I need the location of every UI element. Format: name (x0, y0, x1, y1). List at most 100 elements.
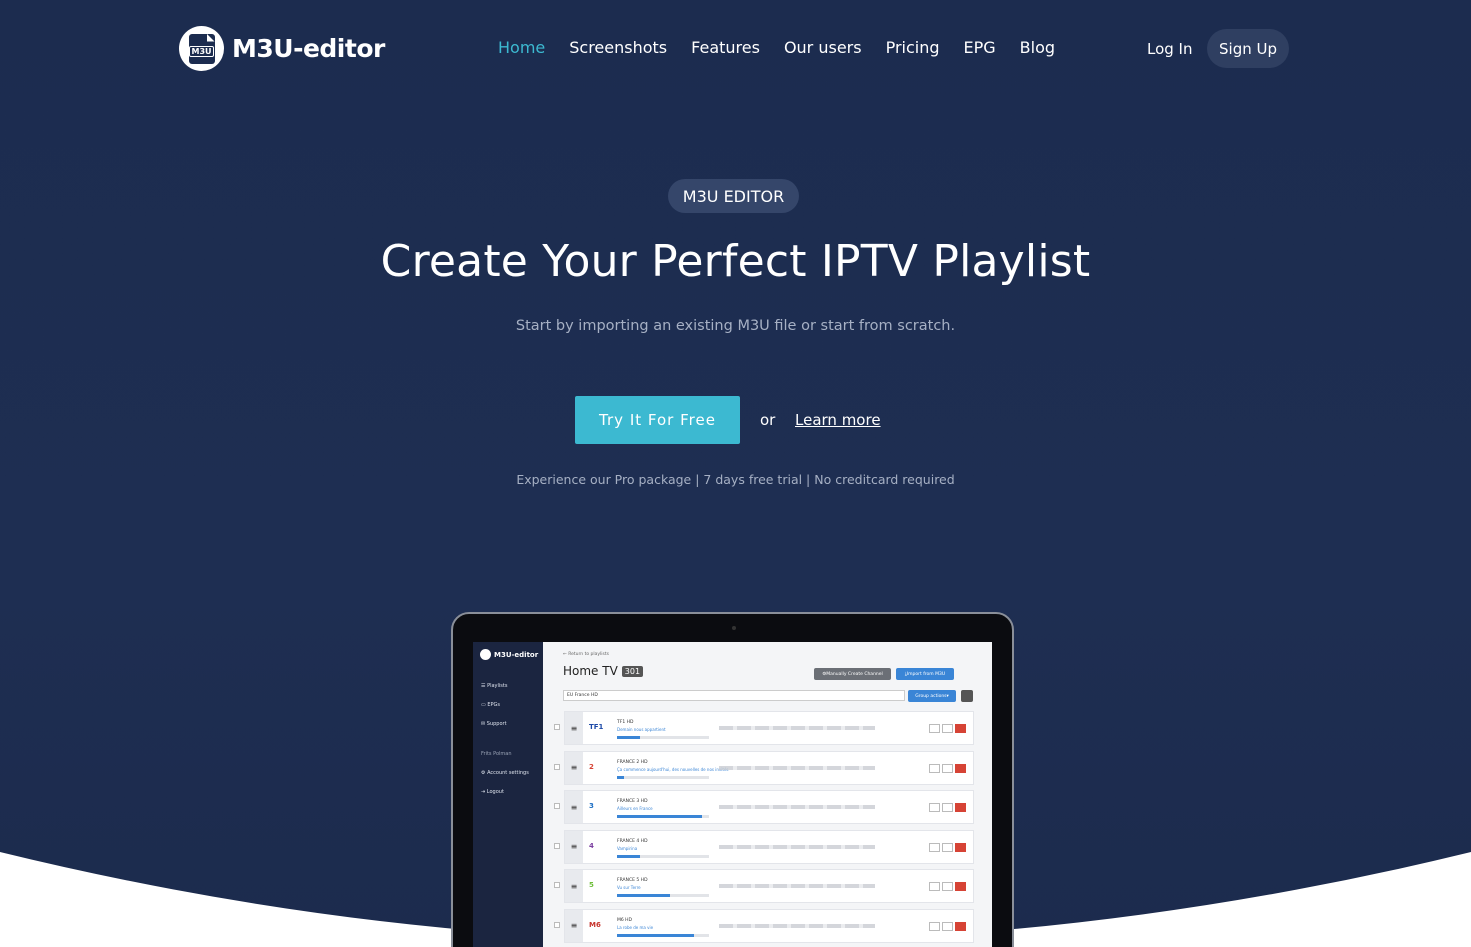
channel-program: La robe de ma vie (617, 924, 654, 930)
preview-logo-icon (480, 649, 491, 660)
delete-icon (955, 803, 966, 812)
channel-row: ≡ 5 FRANCE 5 HD Vu sur Terre (551, 869, 974, 903)
channel-program: Vampirina (617, 845, 638, 851)
channel-card: ≡ 2 FRANCE 2 HD Ça commence aujourd'hui,… (564, 750, 974, 785)
channel-card: ≡ M6 M6 HD La robe de ma vie (564, 908, 974, 943)
channel-name: FRANCE 5 HD (617, 878, 648, 883)
hash-icon (942, 921, 953, 931)
channel-progress (617, 736, 709, 739)
brand-name: M3U-editor (232, 34, 385, 63)
channel-row: ≡ 2 FRANCE 2 HD Ça commence aujourd'hui,… (551, 750, 974, 785)
hash-icon (942, 763, 953, 773)
preview-logo: M3U-editor (480, 649, 538, 660)
edit-icon (929, 724, 940, 733)
nav-features[interactable]: Features (691, 38, 760, 57)
preview-sidebar-playlists: ☰ Playlists (481, 683, 508, 689)
brand-logo[interactable]: M3U M3U-editor (179, 26, 385, 71)
preview-back-link: ← Return to playlists (563, 652, 609, 657)
nav-pricing[interactable]: Pricing (886, 38, 940, 57)
hero-subtitle: Start by importing an existing M3U file … (515, 318, 956, 334)
channel-url-blurred (719, 844, 875, 849)
edit-icon (929, 763, 940, 773)
main-menu: Home Screenshots Features Our users Pric… (498, 38, 1079, 57)
delete-icon (955, 724, 966, 733)
drag-handle-icon: ≡ (565, 909, 583, 942)
login-link[interactable]: Log In (1147, 40, 1193, 58)
channel-logo: 2 (589, 762, 594, 771)
hero-badge: M3U EDITOR (668, 179, 799, 213)
edit-icon (929, 921, 940, 931)
nav-screenshots[interactable]: Screenshots (569, 38, 667, 57)
preview-group-actions: Group actions ▾ (908, 690, 956, 702)
edit-icon (929, 842, 940, 852)
channel-actions (929, 763, 968, 773)
laptop-preview: M3U-editor ☰ Playlists ▭ EPGs ✉ Support … (451, 612, 1014, 947)
preview-manual-button: ⚙ Manually Create Channel (814, 668, 891, 680)
channel-row: ≡ M6 M6 HD La robe de ma vie (551, 908, 974, 943)
preview-sidebar: M3U-editor ☰ Playlists ▭ EPGs ✉ Support … (473, 642, 543, 947)
drag-handle-icon: ≡ (565, 751, 583, 784)
learn-more-link[interactable]: Learn more (795, 411, 881, 429)
m3u-file-icon: M3U (179, 26, 224, 71)
channel-progress (617, 815, 709, 818)
preview-main: ← Return to playlists Home TV 301 ⚙ Manu… (543, 642, 992, 947)
channel-card: ≡ 5 FRANCE 5 HD Vu sur Terre (564, 869, 974, 903)
channel-checkbox (554, 763, 560, 770)
channel-program: Demain nous appartient (617, 727, 666, 732)
edit-icon (929, 803, 940, 812)
top-navigation: M3U M3U-editor Home Screenshots Features… (0, 0, 1471, 98)
channel-actions (929, 921, 968, 931)
channel-program: Ça commence aujourd'hui, des nouvelles d… (617, 766, 729, 772)
signup-button[interactable]: Sign Up (1207, 29, 1289, 68)
try-free-button[interactable]: Try It For Free (575, 396, 740, 444)
preview-group-select: EU France HD (563, 690, 905, 701)
channel-card: ≡ TF1 TF1 HD Demain nous appartient (564, 711, 974, 745)
channel-url-blurred (719, 923, 875, 928)
hash-icon (942, 803, 953, 812)
laptop-camera (732, 626, 736, 630)
channel-program: Ailleurs en France (617, 806, 653, 811)
channel-row: ≡ 3 FRANCE 3 HD Ailleurs en France (551, 790, 974, 824)
channel-row: ≡ 4 FRANCE 4 HD Vampirina (551, 829, 974, 864)
hash-icon (942, 842, 953, 852)
preview-app-name: M3U-editor (494, 650, 539, 659)
preview-import-button: ⤓ Import from M3U (896, 668, 954, 680)
channel-name: TF1 HD (617, 720, 634, 725)
hash-icon (942, 724, 953, 733)
channel-logo: 3 (589, 802, 594, 810)
hash-icon (942, 882, 953, 891)
nav-home[interactable]: Home (498, 38, 545, 57)
channel-name: FRANCE 3 HD (617, 799, 648, 804)
channel-progress (617, 894, 709, 897)
delete-icon (955, 763, 966, 773)
hero-title: Create Your Perfect IPTV Playlist (380, 236, 1091, 287)
or-text: or (760, 411, 776, 429)
channel-actions (929, 724, 968, 733)
channel-checkbox (554, 921, 560, 928)
channel-progress (617, 933, 709, 937)
delete-icon (955, 882, 966, 891)
nav-our-users[interactable]: Our users (784, 38, 862, 57)
channel-actions (929, 803, 968, 812)
preview-sidebar-support: ✉ Support (481, 721, 507, 727)
channel-actions (929, 842, 968, 852)
preview-sidebar-logout: ⇥ Logout (481, 789, 504, 795)
channel-url-blurred (719, 726, 875, 730)
preview-search-icon (961, 690, 973, 702)
nav-blog[interactable]: Blog (1020, 38, 1055, 57)
channel-card: ≡ 3 FRANCE 3 HD Ailleurs en France (564, 790, 974, 824)
channel-logo: 5 (589, 881, 594, 889)
channel-program: Vu sur Terre (617, 885, 641, 890)
drag-handle-icon: ≡ (565, 712, 583, 744)
drag-handle-icon: ≡ (565, 830, 583, 863)
channel-row: ≡ TF1 TF1 HD Demain nous appartient (551, 711, 974, 745)
preview-sidebar-account: ⚙ Account settings (481, 770, 529, 776)
edit-icon (929, 882, 940, 891)
channel-logo: M6 (589, 920, 601, 929)
channel-logo: TF1 (589, 723, 604, 731)
preview-playlist-title: Home TV 301 (563, 664, 644, 678)
drag-handle-icon: ≡ (565, 870, 583, 902)
nav-epg[interactable]: EPG (964, 38, 996, 57)
app-screenshot: M3U-editor ☰ Playlists ▭ EPGs ✉ Support … (473, 642, 992, 947)
channel-url-blurred (719, 805, 875, 809)
